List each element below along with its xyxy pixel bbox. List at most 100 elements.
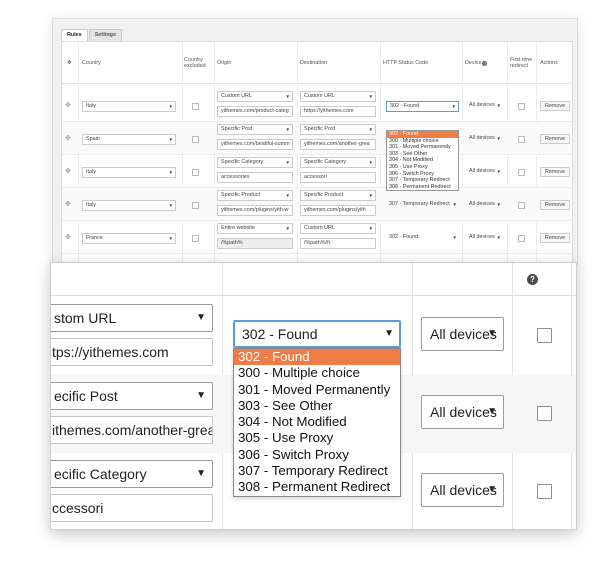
col-actions: Actions — [540, 60, 558, 66]
device-select[interactable]: All devices ▼ — [466, 101, 503, 112]
destination-type-select[interactable]: Custom URL ▼ — [300, 91, 376, 102]
country-excluded-checkbox[interactable] — [192, 202, 199, 209]
status-select[interactable]: 302 - Found ▼ — [386, 101, 459, 112]
first-time-checkbox[interactable] — [518, 169, 525, 176]
origin-value-input[interactable]: yithemes.com/plugins/yith-w — [217, 205, 293, 216]
remove-button[interactable]: Remove — [540, 233, 571, 243]
country-excluded-checkbox[interactable] — [192, 103, 199, 110]
remove-button[interactable]: Remove — [540, 134, 571, 144]
device-select[interactable]: All devices ▼ — [466, 233, 503, 244]
first-time-checkbox[interactable] — [518, 103, 525, 110]
status-option[interactable]: 306 - Switch Proxy — [387, 171, 458, 178]
first-time-checkbox[interactable] — [537, 406, 552, 421]
first-time-checkbox[interactable] — [518, 136, 525, 143]
destination-value-input[interactable]: ithemes.com/another-grea — [51, 416, 213, 444]
chevron-down-icon: ▼ — [487, 406, 497, 417]
status-option[interactable]: 303 - See Other — [234, 398, 400, 414]
country-excluded-checkbox[interactable] — [192, 235, 199, 242]
table-row: ✥ Spain ▼ Specific Post ▼ yithemes.com/bea… — [62, 122, 572, 155]
status-option[interactable]: 307 - Temporary Redirect — [234, 463, 400, 479]
destination-type-select[interactable]: Custom URL ▼ — [300, 223, 376, 234]
origin-value-input[interactable]: /%path% — [217, 238, 293, 249]
settings-screenshot: Rules Settings ✥ Country Country exclude… — [52, 18, 578, 266]
status-option[interactable]: 306 - Switch Proxy — [234, 447, 400, 463]
origin-type-select[interactable]: Specific Post ▼ — [217, 124, 293, 135]
origin-type-select[interactable]: Custom URL ▼ — [217, 91, 293, 102]
status-option[interactable]: 308 - Permanent Redirect — [387, 184, 458, 191]
tab-rules[interactable]: Rules — [61, 29, 88, 41]
move-icon[interactable]: ✥ — [65, 134, 71, 142]
device-select[interactable]: All devices ▼ — [466, 200, 503, 211]
destination-type-select[interactable]: ecific Post ▼ — [51, 382, 213, 410]
help-icon[interactable]: ? — [482, 60, 488, 66]
origin-value-input[interactable]: yithemes.com/product-categ — [217, 106, 293, 117]
country-select[interactable]: Italy ▼ — [82, 101, 176, 112]
country-select[interactable]: France ▼ — [82, 233, 176, 244]
status-option[interactable]: 305 - Use Proxy — [387, 164, 458, 171]
destination-type-select[interactable]: ecific Category ▼ — [51, 460, 213, 488]
table-row: ✥ Italy ▼ Specific Product ▼ yithemes.com/… — [62, 188, 572, 221]
status-option[interactable]: 302 - Found — [387, 131, 458, 138]
remove-button[interactable]: Remove — [540, 101, 571, 111]
remove-button[interactable]: Remove — [540, 200, 571, 210]
destination-value-input[interactable]: yithemes.com/another-grea — [300, 139, 376, 150]
origin-value-input[interactable]: yithemes.com/beatiful-summ — [217, 139, 293, 150]
destination-type-select[interactable]: Specific Post ▼ — [300, 124, 376, 135]
move-icon[interactable]: ✥ — [65, 233, 71, 241]
status-option[interactable]: 304 - Not Modified — [387, 157, 458, 164]
first-time-checkbox[interactable] — [537, 484, 552, 499]
destination-value-input[interactable]: yithemes.com/plugins/yith — [300, 205, 376, 216]
origin-value-input[interactable]: accessories — [217, 172, 293, 183]
move-icon[interactable]: ✥ — [65, 101, 71, 109]
destination-value-input[interactable]: accessori — [300, 172, 376, 183]
chevron-down-icon: ▼ — [384, 328, 394, 339]
tab-bar: Rules Settings — [61, 29, 122, 41]
status-option[interactable]: 301 - Moved Permanently — [234, 382, 400, 398]
help-icon[interactable]: ? — [527, 274, 538, 285]
status-select[interactable]: 302 - Found ▼ — [386, 233, 459, 244]
remove-button[interactable]: Remove — [540, 167, 571, 177]
origin-type-select[interactable]: Specific Category ▼ — [217, 157, 293, 168]
status-option[interactable]: 300 - Multiple choice — [387, 138, 458, 145]
tab-settings[interactable]: Settings — [88, 29, 122, 41]
origin-type-select[interactable]: Specific Product ▼ — [217, 190, 293, 201]
destination-type-select[interactable]: stom URL ▼ — [51, 304, 213, 332]
table-row: ✥ Italy ▼ Specific Category ▼ accessories … — [62, 155, 572, 188]
status-option[interactable]: 303 - See Other — [387, 151, 458, 158]
country-select[interactable]: Italy ▼ — [82, 167, 176, 178]
country-select[interactable]: Spain ▼ — [82, 134, 176, 145]
status-select[interactable]: 307 - Temporary Redirect ▼ — [386, 200, 459, 211]
origin-type-select[interactable]: Entire website ▼ — [217, 223, 293, 234]
device-select[interactable]: All devices ▼ — [421, 317, 504, 351]
status-option[interactable]: 308 - Permanent Redirect — [234, 479, 400, 495]
destination-value-input[interactable]: ccessori — [51, 494, 213, 522]
col-first-time-label: First time redirect — [510, 57, 533, 69]
status-option[interactable]: 300 - Multiple choice — [234, 365, 400, 381]
status-dropdown-list: 302 - Found 300 - Multiple choice 301 - … — [233, 348, 401, 497]
zoom-header: ? — [51, 263, 576, 296]
status-option[interactable]: 301 - Moved Permanently — [387, 144, 458, 151]
status-option[interactable]: 307 - Temporary Redirect — [387, 177, 458, 184]
status-option[interactable]: 302 - Found — [234, 349, 400, 366]
first-time-checkbox[interactable] — [518, 235, 525, 242]
status-select[interactable]: 302 - Found ▼ — [233, 320, 401, 348]
destination-value-input[interactable]: /%path%/fr — [300, 238, 376, 249]
country-select[interactable]: Italy ▼ — [82, 200, 176, 211]
move-icon[interactable]: ✥ — [65, 167, 71, 175]
device-select[interactable]: All devices ▼ — [421, 473, 504, 507]
first-time-checkbox[interactable] — [518, 202, 525, 209]
chevron-down-icon: ▼ — [196, 390, 206, 401]
country-excluded-checkbox[interactable] — [192, 136, 199, 143]
device-select[interactable]: All devices ▼ — [421, 395, 504, 429]
device-select[interactable]: All devices ▼ — [466, 134, 503, 145]
destination-type-select[interactable]: Specific Category ▼ — [300, 157, 376, 168]
destination-type-select[interactable]: Specific Product ▼ — [300, 190, 376, 201]
device-select[interactable]: All devices ▼ — [466, 167, 503, 178]
destination-value-input[interactable]: https://yithemes.com — [300, 106, 376, 117]
destination-value-input[interactable]: tps://yithemes.com — [51, 338, 213, 366]
move-icon[interactable]: ✥ — [65, 200, 71, 208]
status-option[interactable]: 305 - Use Proxy — [234, 430, 400, 446]
first-time-checkbox[interactable] — [537, 328, 552, 343]
country-excluded-checkbox[interactable] — [192, 169, 199, 176]
status-option[interactable]: 304 - Not Modified — [234, 414, 400, 430]
